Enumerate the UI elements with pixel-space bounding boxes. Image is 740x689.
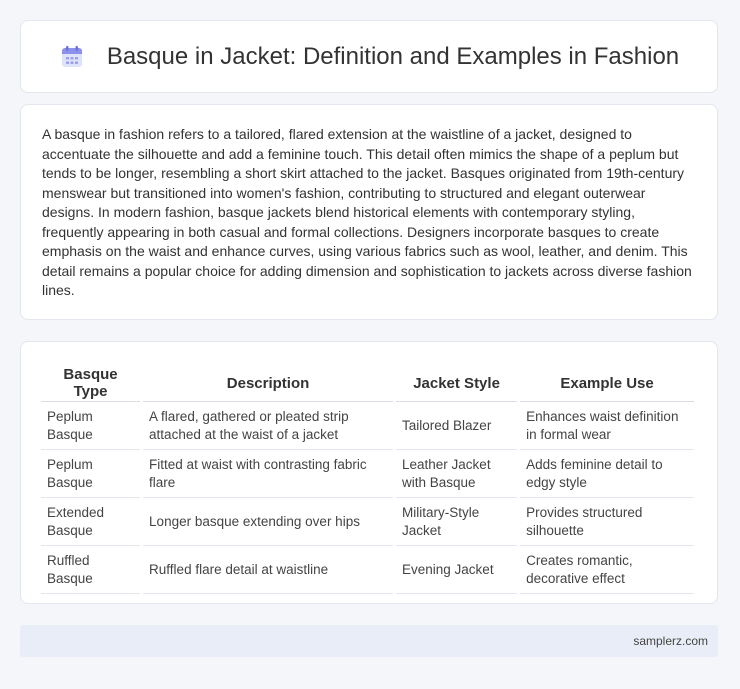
cell-example-use: Provides structured silhouette bbox=[520, 498, 694, 546]
basque-table: Basque Type Description Jacket Style Exa… bbox=[38, 362, 697, 594]
cell-jacket-style: Tailored Blazer bbox=[396, 402, 518, 450]
cell-example-use: Adds feminine detail to edgy style bbox=[520, 450, 694, 498]
footer: samplerz.com bbox=[20, 625, 718, 657]
cell-jacket-style: Leather Jacket with Basque bbox=[396, 450, 518, 498]
table-row: Peplum Basque Fitted at waist with contr… bbox=[41, 450, 694, 498]
intro-card: A basque in fashion refers to a tailored… bbox=[20, 104, 718, 320]
cell-basque-type: Peplum Basque bbox=[41, 450, 141, 498]
header-basque-type: Basque Type bbox=[41, 362, 141, 402]
cell-jacket-style: Military-Style Jacket bbox=[396, 498, 518, 546]
cell-example-use: Enhances waist definition in formal wear bbox=[520, 402, 694, 450]
table-row: Ruffled Basque Ruffled flare detail at w… bbox=[41, 546, 694, 594]
header-description: Description bbox=[143, 362, 394, 402]
table-card: Basque Type Description Jacket Style Exa… bbox=[20, 341, 718, 604]
page-title: Basque in Jacket: Definition and Example… bbox=[106, 42, 680, 70]
cell-description: Fitted at waist with contrasting fabric … bbox=[143, 450, 394, 498]
title-wrap: Basque in Jacket: Definition and Example… bbox=[59, 43, 679, 71]
intro-paragraph: A basque in fashion refers to a tailored… bbox=[42, 126, 692, 298]
header-jacket-style: Jacket Style bbox=[396, 362, 518, 402]
footer-site[interactable]: samplerz.com bbox=[633, 634, 708, 648]
table-header-row: Basque Type Description Jacket Style Exa… bbox=[41, 362, 694, 402]
header-example-use: Example Use bbox=[520, 362, 694, 402]
cell-description: Ruffled flare detail at waistline bbox=[143, 546, 394, 594]
cell-description: Longer basque extending over hips bbox=[143, 498, 394, 546]
cell-basque-type: Ruffled Basque bbox=[41, 546, 141, 594]
table-row: Peplum Basque A flared, gathered or plea… bbox=[41, 402, 694, 450]
cell-basque-type: Extended Basque bbox=[41, 498, 141, 546]
title-card: Basque in Jacket: Definition and Example… bbox=[20, 20, 718, 93]
cell-example-use: Creates romantic, decorative effect bbox=[520, 546, 694, 594]
calendar-icon bbox=[61, 45, 82, 67]
cell-jacket-style: Evening Jacket bbox=[396, 546, 518, 594]
cell-basque-type: Peplum Basque bbox=[41, 402, 141, 450]
cell-description: A flared, gathered or pleated strip atta… bbox=[143, 402, 394, 450]
table-row: Extended Basque Longer basque extending … bbox=[41, 498, 694, 546]
